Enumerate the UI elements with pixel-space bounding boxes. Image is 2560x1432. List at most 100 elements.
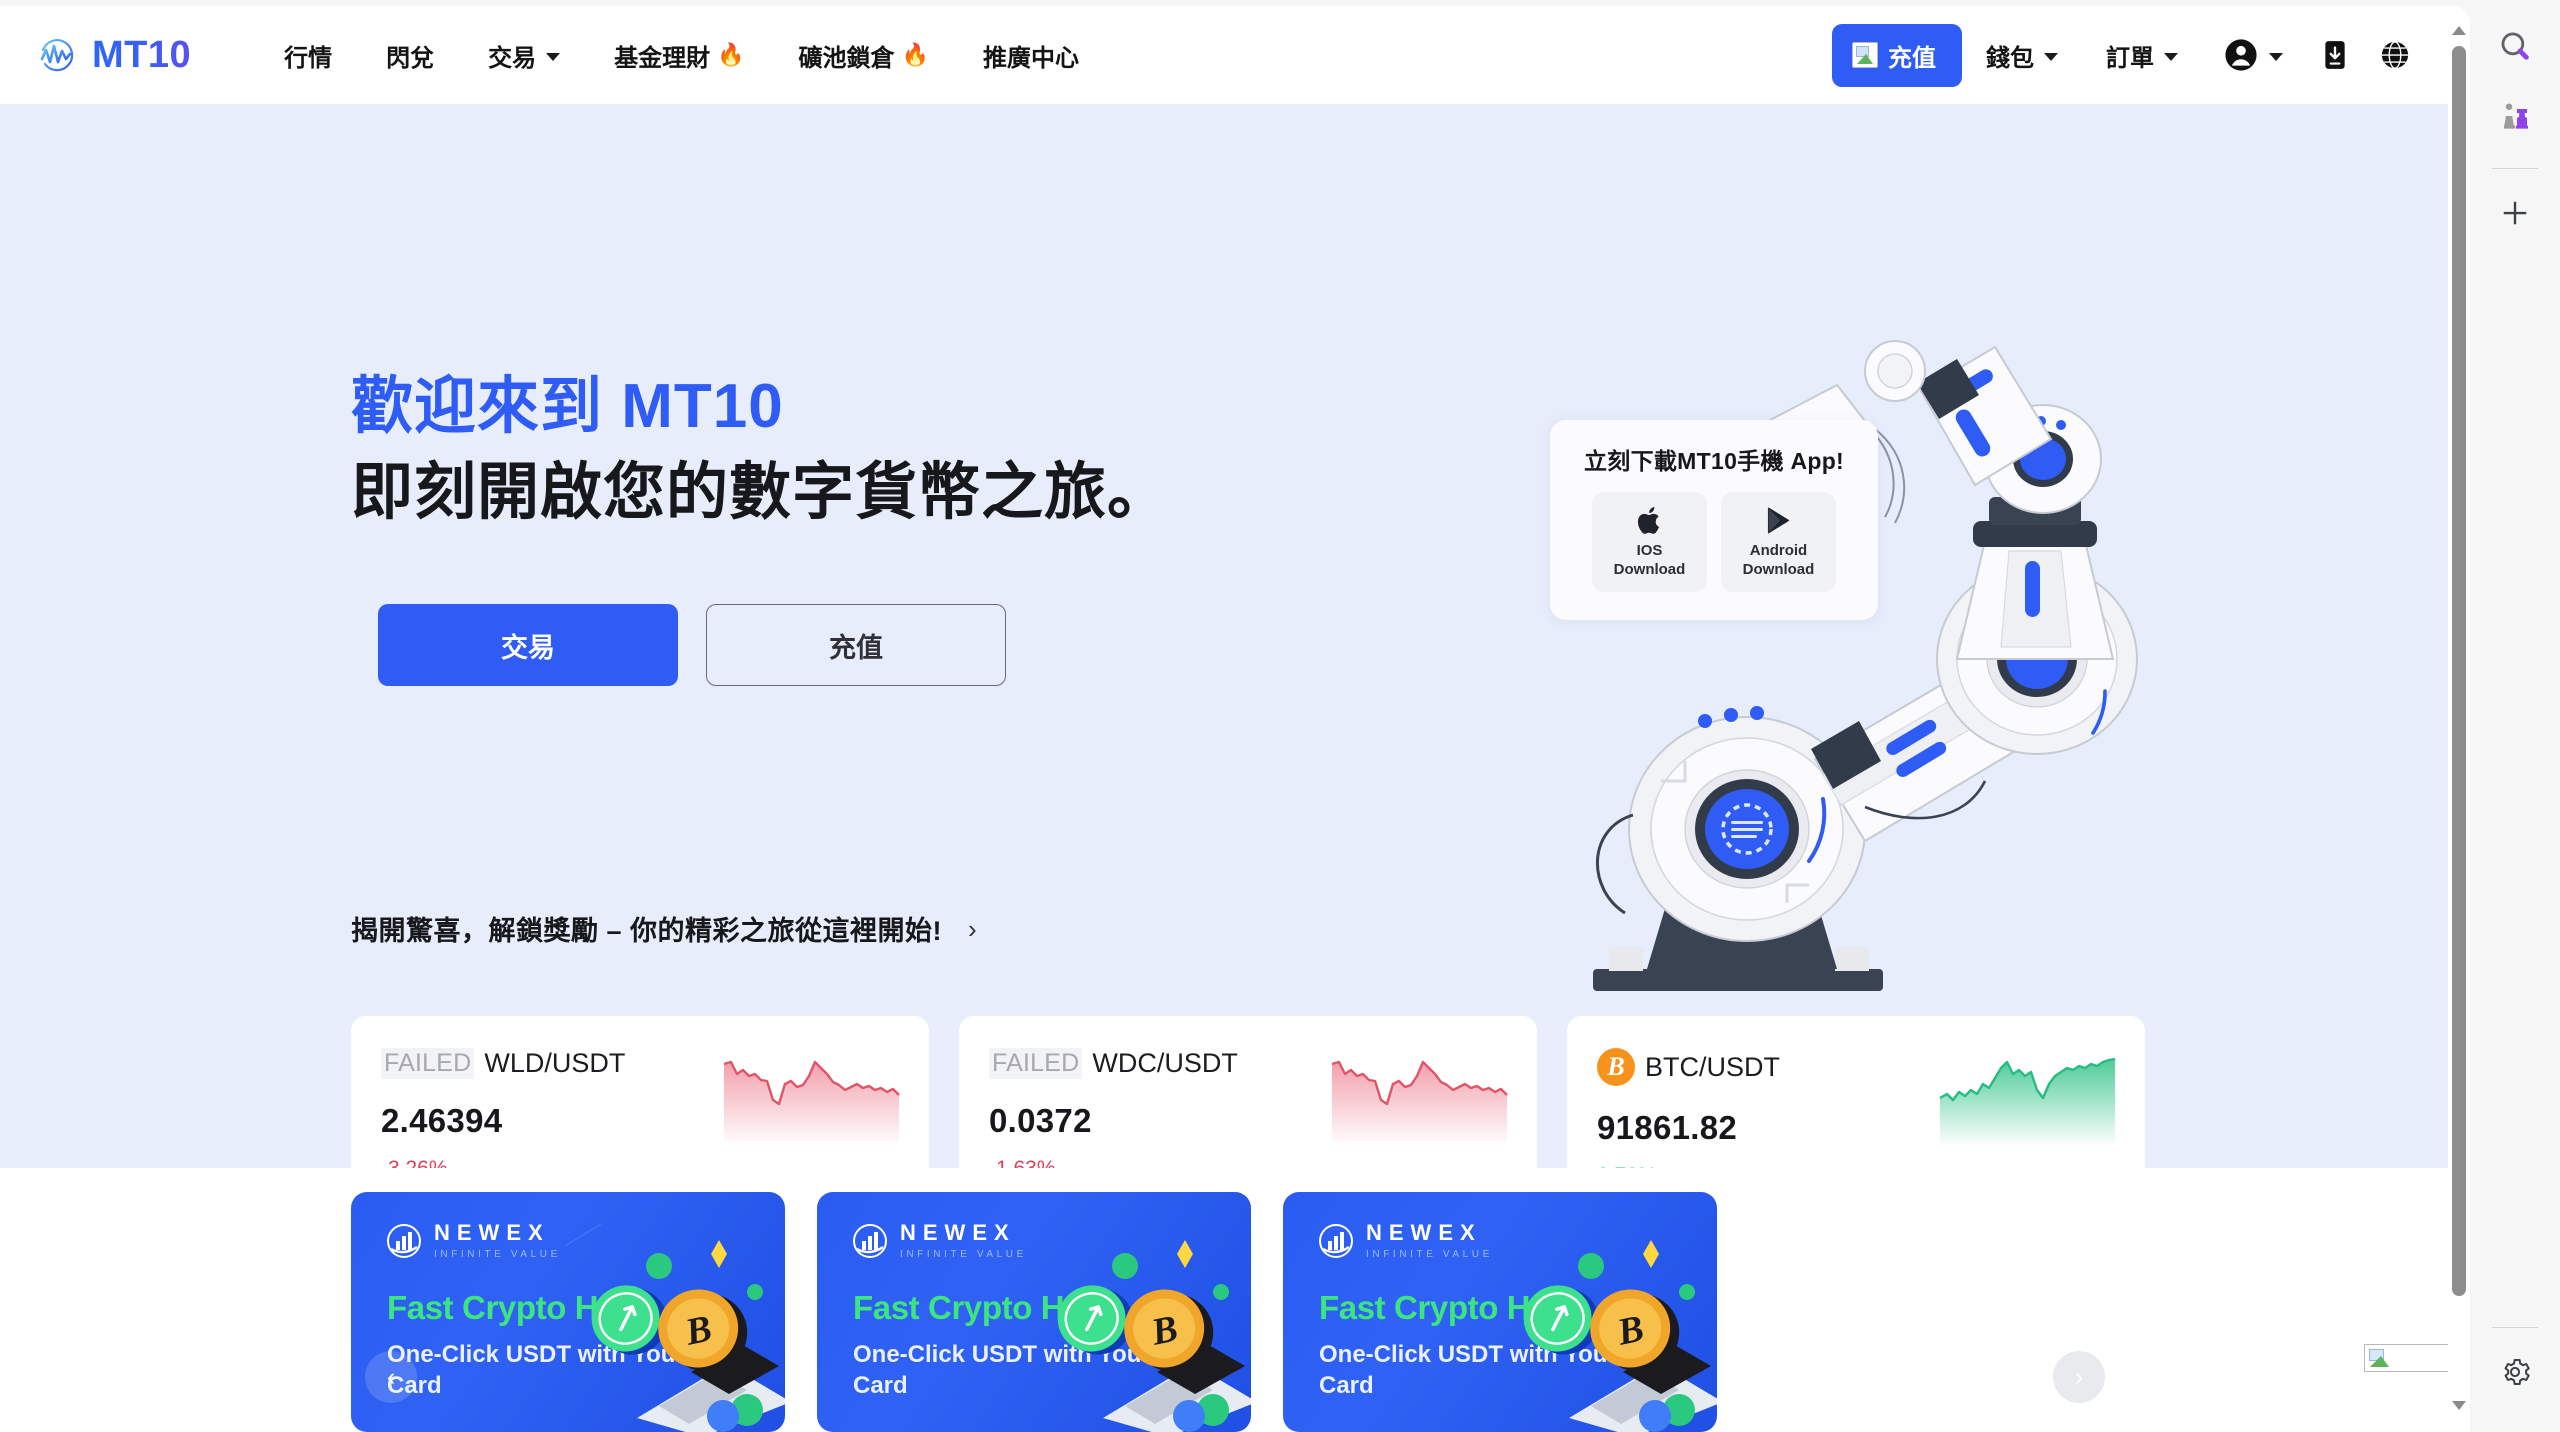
download-icon [2325,41,2345,69]
ticker-pair: WLD/USDT [484,1048,626,1078]
brand-name: MT10 [92,33,192,76]
newex-logo-icon [1319,1224,1353,1258]
site-header: MT10 行情 閃兌 交易 基金理財 🔥 礦池鎖倉 🔥 推廣中心 充值 錢包 訂… [0,6,2455,104]
app-download-button[interactable] [2305,25,2365,85]
wave-circle-logo-icon [40,39,74,72]
web-page-frame: MT10 行情 閃兌 交易 基金理財 🔥 礦池鎖倉 🔥 推廣中心 充值 錢包 訂… [0,6,2470,1432]
android-label-line2: Download [1742,560,1815,578]
bitcoin-icon: B [1597,1048,1635,1086]
banner-artwork: B [1057,1240,1251,1432]
nav-item-label: 行情 [284,44,333,72]
chess-pieces-icon[interactable] [2487,90,2543,146]
market-ticker-list: FAILED WLD/USDT 2.46394 -3.26% [351,1016,2145,1168]
nav-item-market[interactable]: 行情 [257,30,359,81]
banner-list: NEWEX INFINITE VALUE Fast Crypto Hub One… [351,1192,1717,1432]
page-content: MT10 行情 閃兌 交易 基金理財 🔥 礦池鎖倉 🔥 推廣中心 充值 錢包 訂… [0,6,2455,1432]
scroll-down-arrow-icon[interactable] [2452,1401,2466,1410]
promo-banner-link[interactable]: 揭開驚喜，解鎖獎勵 – 你的精彩之旅從這裡開始! › [351,909,977,948]
hero-title-line2: 即刻開啟您的數字貨幣之旅。 [351,457,1171,527]
language-button[interactable] [2365,25,2425,85]
newex-logo-icon [853,1224,887,1258]
promo-banner[interactable]: NEWEX INFINITE VALUE Fast Crypto Hub One… [351,1192,785,1432]
browser-sidebar [2470,0,2560,1432]
nav-item-label: 礦池鎖倉 [798,44,895,72]
add-icon[interactable] [2487,185,2543,241]
ticker-sparkline [1939,1057,2116,1146]
page-scrollbar[interactable] [2448,6,2470,1432]
sidebar-divider-bottom [2492,1327,2538,1328]
fire-icon: 🔥 [901,42,929,67]
hero-heading: 歡迎來到 MT10 即刻開啟您的數字貨幣之旅。 [351,369,1170,530]
fire-icon: 🔥 [717,42,745,67]
nav-item-fund[interactable]: 基金理財 🔥 [587,30,771,81]
newex-logo: NEWEX INFINITE VALUE [853,1222,1027,1260]
nav-item-swap[interactable]: 閃兌 [359,30,461,81]
sidebar-divider [2492,168,2538,169]
hero-title-line1: 歡迎來到 MT10 [351,372,784,441]
account-menu[interactable] [2202,30,2305,80]
browser-window: MT10 行情 閃兌 交易 基金理財 🔥 礦池鎖倉 🔥 推廣中心 充值 錢包 訂… [0,0,2560,1432]
nav-item-label: 交易 [488,44,537,72]
chevron-down-icon [546,52,561,61]
brand-logo[interactable]: MT10 [36,34,191,77]
ticker-card[interactable]: FAILED WLD/USDT 2.46394 -3.26% [351,1016,929,1168]
hero-section: 歡迎來到 MT10 即刻開啟您的數字貨幣之旅。 交易 充值 揭開驚喜，解鎖獎勵 … [0,104,2455,1168]
ticker-change: -3.26% [381,1157,899,1168]
nav-item-trade[interactable]: 交易 [461,30,587,81]
deposit-button[interactable]: 充值 [706,604,1006,686]
ticker-sparkline [1331,1060,1508,1146]
hero-cta-group: 交易 充值 [378,604,1006,686]
promo-text: 揭開驚喜，解鎖獎勵 – 你的精彩之旅從這裡開始! [351,916,943,946]
android-label-line1: Android [1749,541,1808,559]
globe-icon [2381,41,2409,69]
apple-icon [1637,506,1659,534]
chevron-down-icon [2269,52,2283,61]
ticker-card[interactable]: FAILED WDC/USDT 0.0372 -1.63% [959,1016,1537,1168]
nav-item-orders[interactable]: 訂單 [2082,30,2202,81]
settings-gear-icon[interactable] [2487,1344,2543,1400]
primary-navigation: 行情 閃兌 交易 基金理財 🔥 礦池鎖倉 🔥 推廣中心 [257,30,1106,81]
scroll-up-arrow-icon[interactable] [2452,26,2466,35]
ios-label-line1: IOS [1636,541,1663,559]
nav-item-label: 錢包 [1986,44,2034,72]
ios-label-line2: Download [1613,560,1686,578]
header-actions: 充值 錢包 訂單 [1832,23,2425,87]
newex-logo: NEWEX INFINITE VALUE [387,1222,561,1260]
nav-item-label: 閃兌 [386,44,435,72]
nav-item-label: 基金理財 [614,44,711,72]
newex-logo-icon [387,1224,421,1258]
newex-logo: NEWEX INFINITE VALUE [1319,1222,1493,1260]
trade-button[interactable]: 交易 [378,604,678,686]
nav-item-mining[interactable]: 礦池鎖倉 🔥 [772,30,956,81]
chevron-right-icon: › [968,913,977,944]
promo-banner[interactable]: NEWEX INFINITE VALUE Fast Crypto Hub One… [817,1192,1251,1432]
nav-item-promotion[interactable]: 推廣中心 [956,30,1106,81]
nav-item-wallet[interactable]: 錢包 [1962,30,2082,81]
account-circle-icon [2225,39,2257,71]
app-download-title: 立刻下載MT10手機 App! [1583,448,1845,474]
ticker-change: -1.63% [989,1157,1507,1168]
ios-download-button[interactable]: IOS Download [1592,492,1707,592]
search-icon[interactable] [2487,18,2543,74]
banner-artwork: B [564,1223,785,1432]
nav-item-label: 訂單 [2106,44,2154,72]
carousel-prev-button[interactable]: ‹ [365,1351,417,1403]
chevron-down-icon [2164,52,2178,61]
android-download-button[interactable]: Android Download [1721,492,1836,592]
app-download-card: 立刻下載MT10手機 App! IOS Download Android Dow… [1550,420,1878,620]
broken-image-placeholder [2364,1344,2455,1372]
scrollbar-thumb[interactable] [2452,46,2466,1296]
ticker-pair: BTC/USDT [1645,1051,1780,1082]
ticker-sparkline [723,1060,900,1146]
carousel-next-button[interactable]: › [2053,1351,2105,1403]
recharge-button[interactable]: 充值 [1832,23,1962,87]
ticker-card[interactable]: B BTC/USDT 91861.82 0.72% [1567,1016,2145,1168]
ticker-pair: WDC/USDT [1092,1048,1238,1078]
google-play-icon [1767,507,1789,533]
promo-banner[interactable]: NEWEX INFINITE VALUE Fast Crypto Hub One… [1283,1192,1717,1432]
broken-image-icon [2367,1347,2391,1369]
recharge-button-label: 充值 [1888,44,1936,72]
broken-image-alt-text: FAILED [381,1048,475,1079]
nav-item-label: 推廣中心 [982,44,1079,72]
banner-artwork: B [1523,1240,1717,1432]
